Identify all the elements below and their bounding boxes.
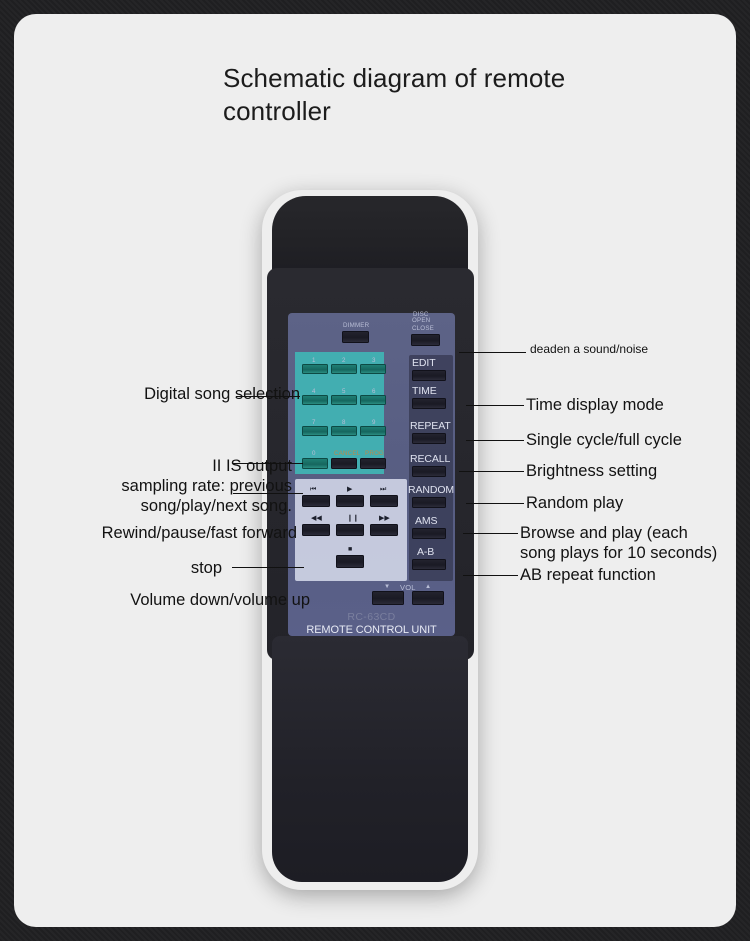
key-1[interactable] [302,364,328,374]
edit-button[interactable] [412,370,446,381]
annotation-browse-and-play: Browse and play (each song plays for 10 … [520,524,718,562]
stop-button[interactable] [336,555,364,568]
annotation-iis-output: II IS output sampling rate: previous son… [121,457,292,515]
random-button[interactable] [412,497,446,508]
key-label-9: 9 [372,419,376,426]
rewind-button[interactable] [302,524,330,536]
key-7[interactable] [302,426,328,436]
key-label-2: 2 [342,357,346,364]
recall-button[interactable] [412,466,446,477]
ab-label: A-B [417,546,435,558]
open-close-button[interactable] [411,334,440,346]
annotation-random-play: Random play [526,494,624,512]
key-label-8: 8 [342,419,346,426]
leader-random-play [466,503,524,504]
time-button[interactable] [412,398,446,409]
cancel-button[interactable] [331,458,357,469]
unit-name: REMOTE CONTROL UNIT [306,624,437,636]
rewind-icon: ◀◀ [311,515,322,522]
volume-down-icon: ▼ [384,583,391,590]
key-4[interactable] [302,395,328,405]
prog-button[interactable] [360,458,386,469]
close-label: CLOSE [412,325,434,332]
time-label: TIME [412,385,437,397]
random-label: RANDOM [408,484,455,496]
play-button[interactable] [336,495,364,507]
remote-bottom-housing [272,636,468,882]
key-label-3: 3 [372,357,376,364]
leader-stop [232,567,304,568]
key-label-0: 0 [312,450,316,457]
prog-label: PROG [365,450,385,457]
key-9[interactable] [360,426,386,436]
repeat-button[interactable] [412,433,446,444]
fast-forward-icon: ▶▶ [379,515,390,522]
pause-button[interactable] [336,524,364,536]
page-root: Schematic diagram of remote controller D… [0,0,750,941]
ams-button[interactable] [412,528,446,539]
key-label-7: 7 [312,419,316,426]
model-number: RC-63CD [347,611,396,623]
prev-track-button[interactable] [302,495,330,507]
leader-time-display-mode [466,405,524,406]
annotation-volume: Volume down/volume up [130,591,310,609]
annotation-time-display-mode: Time display mode [526,396,664,414]
repeat-label: REPEAT [410,420,451,432]
key-5[interactable] [331,395,357,405]
pause-icon: ❙❙ [347,515,359,522]
volume-down-button[interactable] [372,591,404,605]
ab-button[interactable] [412,559,446,570]
play-icon: ▶ [347,486,353,493]
fast-forward-button[interactable] [370,524,398,536]
dimmer-button[interactable] [342,331,369,343]
leader-browse-and-play [463,533,518,534]
volume-up-button[interactable] [412,591,444,605]
prev-track-icon: ⏮ [310,486,317,493]
annotation-rewind-pause-ff: Rewind/pause/fast forward [101,524,297,542]
leader-iis-output-a [233,463,303,464]
key-label-6: 6 [372,388,376,395]
annotation-brightness-setting: Brightness setting [526,462,658,480]
recall-label: RECALL [410,453,451,465]
stop-icon: ■ [348,546,353,553]
leader-single-full-cycle [466,440,524,441]
annotation-deaden-sound: deaden a sound/noise [530,342,649,356]
key-label-1: 1 [312,357,316,364]
edit-label: EDIT [412,357,436,369]
leader-brightness-setting [459,471,524,472]
next-track-button[interactable] [370,495,398,507]
leader-ab-repeat [463,575,518,576]
key-label-4: 4 [312,388,316,395]
leader-deaden-sound [459,352,526,353]
open-label: OPEN [412,317,431,324]
key-label-5: 5 [342,388,346,395]
volume-up-icon: ▲ [425,583,432,590]
cancel-label: CANCEL [334,450,361,457]
next-track-icon: ⏭ [380,486,387,493]
key-0[interactable] [302,458,328,469]
key-6[interactable] [360,395,386,405]
key-8[interactable] [331,426,357,436]
leader-digital-song-selection [236,396,300,397]
ams-label: AMS [415,515,438,527]
dimmer-label: DIMMER [343,322,370,329]
annotation-single-full-cycle: Single cycle/full cycle [526,431,682,449]
leader-iis-output-b [233,493,303,494]
annotation-stop: stop [190,559,222,577]
annotation-digital-song-selection: Digital song selection [144,385,300,403]
key-2[interactable] [331,364,357,374]
key-3[interactable] [360,364,386,374]
annotation-ab-repeat: AB repeat function [520,566,656,584]
